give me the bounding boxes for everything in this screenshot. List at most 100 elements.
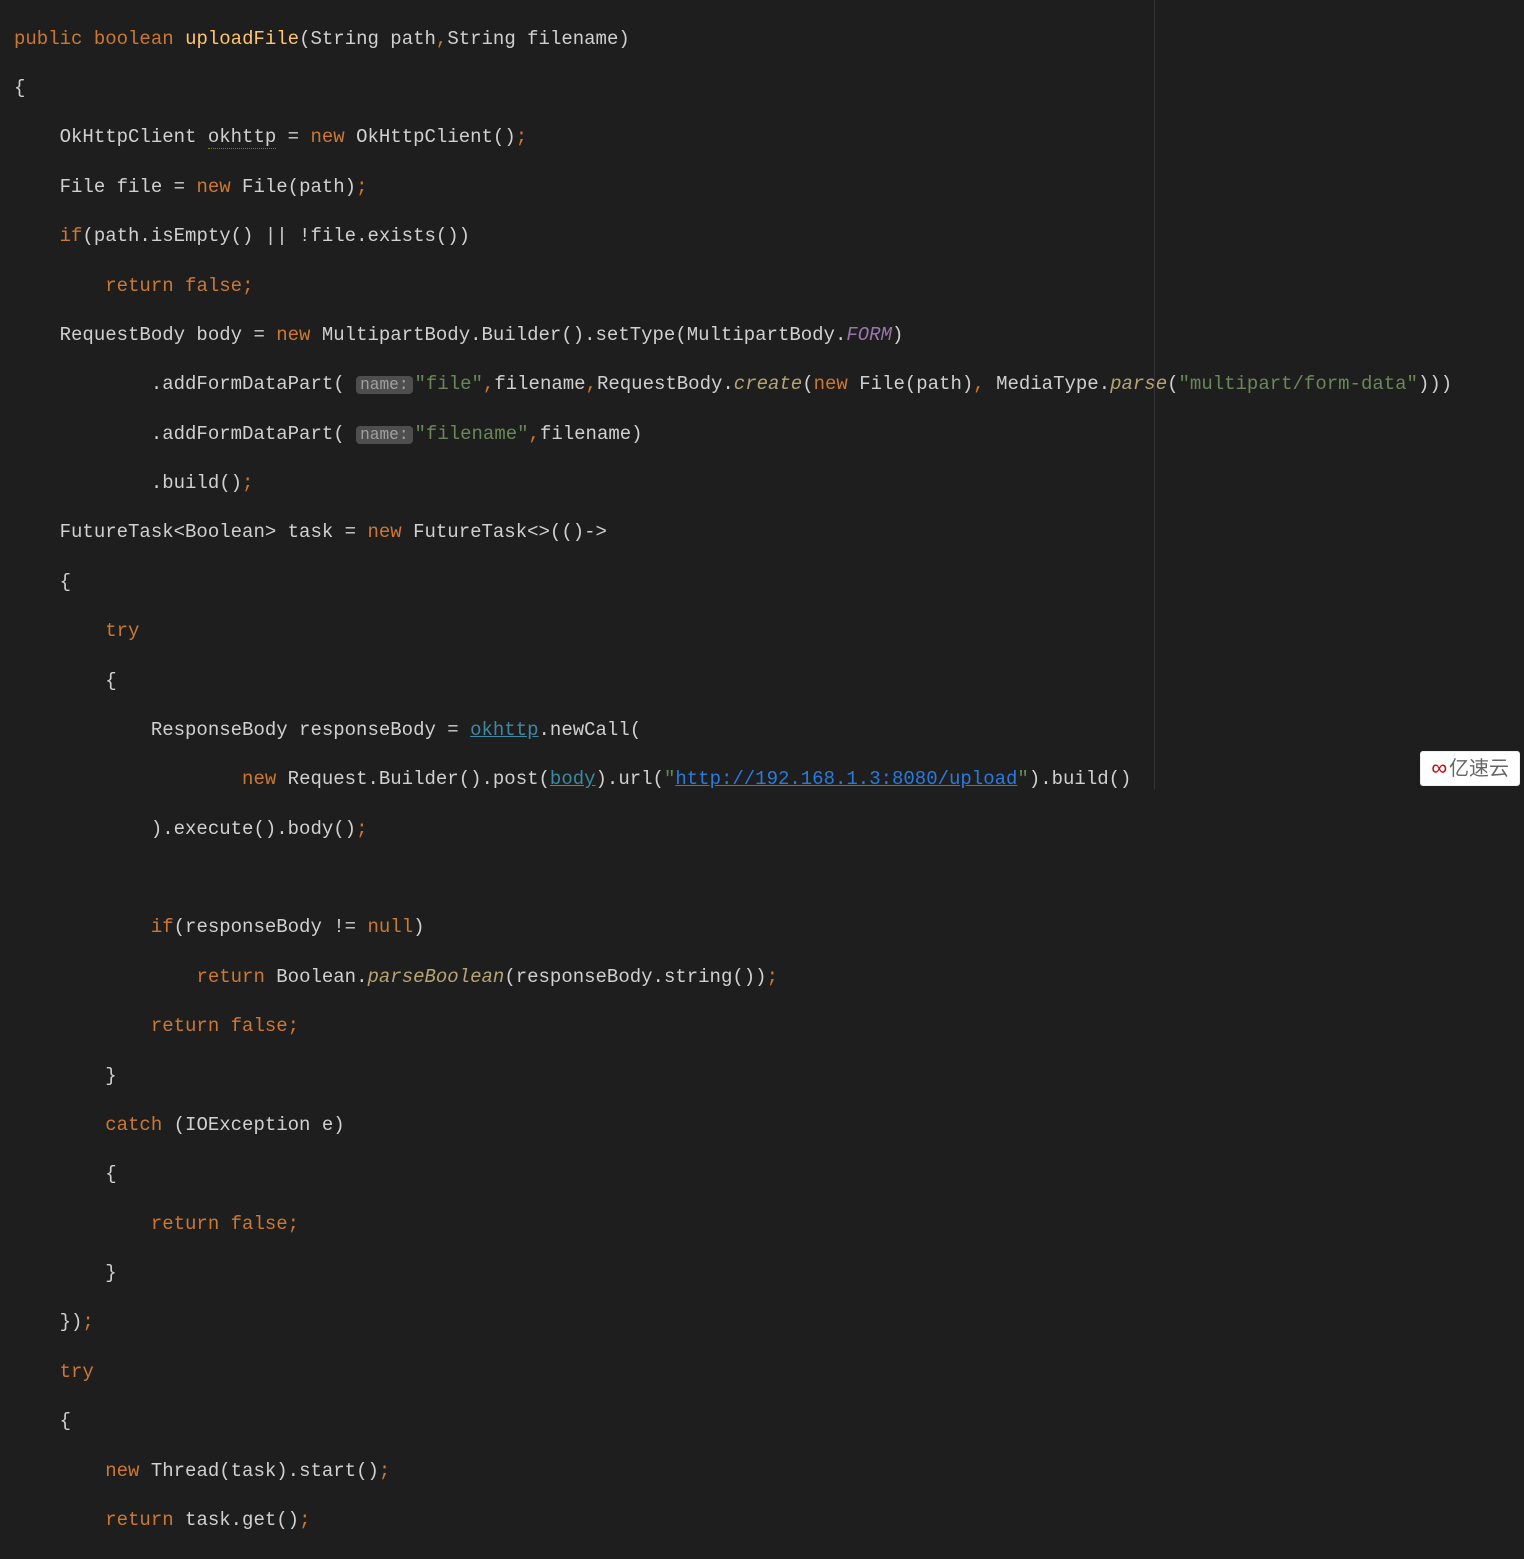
keyword-new: new xyxy=(242,768,276,790)
code-line: return task.get(); xyxy=(14,1508,1510,1533)
code-editor[interactable]: public boolean uploadFile(String path,St… xyxy=(0,0,1524,1559)
keyword-try: try xyxy=(60,1361,94,1383)
close-brace: } xyxy=(105,1065,116,1087)
triple-close: ))) xyxy=(1418,373,1452,395)
keyword-return: return xyxy=(105,1509,173,1531)
responsebody-decl: ResponseBody responseBody = xyxy=(151,719,470,741)
string-url: http://192.168.1.3:8080/upload xyxy=(675,768,1017,790)
signature-part2: String filename) xyxy=(447,28,629,50)
watermark-text: 亿速云 xyxy=(1449,756,1509,782)
keyword-false: false xyxy=(231,1015,288,1037)
string-file: "file" xyxy=(415,373,483,395)
keyword-try: try xyxy=(105,620,139,642)
code-line: return false; xyxy=(14,274,1510,299)
var-okhttp: okhttp xyxy=(208,126,276,149)
open-brace: { xyxy=(105,1163,116,1185)
semicolon: ; xyxy=(82,1311,93,1333)
file-decl: File file = xyxy=(60,176,197,198)
code-line: { xyxy=(14,669,1510,694)
execute-body: ).execute().body() xyxy=(151,818,356,840)
ctor-okhttpclient: OkHttpClient() xyxy=(345,126,516,148)
open-brace: { xyxy=(60,571,71,593)
code-line: } xyxy=(14,1261,1510,1286)
editor-divider xyxy=(1154,0,1155,790)
keyword-new: new xyxy=(276,324,310,346)
semicolon: ; xyxy=(356,818,367,840)
keyword-catch: catch xyxy=(105,1114,162,1136)
code-line: }); xyxy=(14,1310,1510,1335)
code-line xyxy=(14,866,1510,891)
semicolon: ; xyxy=(299,1509,310,1531)
arg-filename: filename xyxy=(494,373,585,395)
arg-filename: filename xyxy=(540,423,631,445)
keyword-public: public xyxy=(14,28,82,50)
paren-open: ( xyxy=(802,373,813,395)
task-get: task.get() xyxy=(174,1509,299,1531)
var-body-ref: body xyxy=(550,768,596,790)
code-line: RequestBody body = new MultipartBody.Bui… xyxy=(14,323,1510,348)
code-line: } xyxy=(14,1064,1510,1089)
open-brace: { xyxy=(14,77,25,99)
code-line: File file = new File(path); xyxy=(14,175,1510,200)
param-hint-name: name: xyxy=(356,426,412,444)
type-okhttpclient: OkHttpClient xyxy=(60,126,208,148)
paren-open: ( xyxy=(1167,373,1178,395)
code-line: ResponseBody responseBody = okhttp.newCa… xyxy=(14,718,1510,743)
code-line: if(path.isEmpty() || !file.exists()) xyxy=(14,224,1510,249)
keyword-return: return xyxy=(196,966,264,988)
requestbody-create-pre: RequestBody. xyxy=(597,373,734,395)
var-okhttp-ref: okhttp xyxy=(470,719,538,741)
code-line: { xyxy=(14,570,1510,595)
comma: , xyxy=(529,423,540,445)
keyword-false: false xyxy=(231,1213,288,1235)
signature-part1: (String path xyxy=(299,28,436,50)
futuretask-decl: FutureTask<Boolean> task = xyxy=(60,521,368,543)
semicolon: ; xyxy=(242,275,253,297)
code-line: try xyxy=(14,1360,1510,1385)
code-line: FutureTask<Boolean> task = new FutureTas… xyxy=(14,520,1510,545)
build2: ).build() xyxy=(1029,768,1132,790)
keyword-new: new xyxy=(814,373,848,395)
semicolon: ; xyxy=(356,176,367,198)
url-pre: ).url( xyxy=(596,768,664,790)
catch-arg: (IOException e) xyxy=(162,1114,344,1136)
watermark-badge: ∞ 亿速云 xyxy=(1420,751,1520,786)
close-paren: ) xyxy=(413,916,424,938)
code-line: .build(); xyxy=(14,471,1510,496)
if-condition: (path.isEmpty() || !file.exists()) xyxy=(82,225,470,247)
keyword-boolean: boolean xyxy=(94,28,174,50)
add-form-data-part: .addFormDataPart( xyxy=(151,423,345,445)
code-line: .addFormDataPart( name:"filename",filena… xyxy=(14,422,1510,447)
request-builder: Request.Builder().post( xyxy=(276,768,550,790)
string-multipart: "multipart/form-data" xyxy=(1179,373,1418,395)
code-line: { xyxy=(14,76,1510,101)
close-paren: ) xyxy=(631,423,642,445)
build-call: .build() xyxy=(151,472,242,494)
multipart-builder: MultipartBody.Builder().setType(Multipar… xyxy=(310,324,846,346)
keyword-if: if xyxy=(60,225,83,247)
requestbody-decl: RequestBody body = xyxy=(60,324,277,346)
quote: " xyxy=(1017,768,1028,790)
newcall: .newCall( xyxy=(539,719,642,741)
ctor-file: File(path) xyxy=(231,176,356,198)
comma: , xyxy=(586,373,597,395)
semicolon: ; xyxy=(767,966,778,988)
comma: , xyxy=(483,373,494,395)
eq: = xyxy=(276,126,310,148)
code-line: { xyxy=(14,1162,1510,1187)
code-line: { xyxy=(14,1409,1510,1434)
mediatype-pre: MediaType. xyxy=(985,373,1110,395)
keyword-new: new xyxy=(310,126,344,148)
open-brace: { xyxy=(60,1410,71,1432)
keyword-new: new xyxy=(367,521,401,543)
boolean-pre: Boolean. xyxy=(265,966,368,988)
semicolon: ; xyxy=(288,1213,299,1235)
semicolon: ; xyxy=(516,126,527,148)
lambda-close: }) xyxy=(60,1311,83,1333)
keyword-return: return xyxy=(151,1015,219,1037)
static-method-parseboolean: parseBoolean xyxy=(367,966,504,988)
comma: , xyxy=(436,28,447,50)
keyword-return: return xyxy=(105,275,173,297)
keyword-null: null xyxy=(367,916,413,938)
code-line: OkHttpClient okhttp = new OkHttpClient()… xyxy=(14,125,1510,150)
